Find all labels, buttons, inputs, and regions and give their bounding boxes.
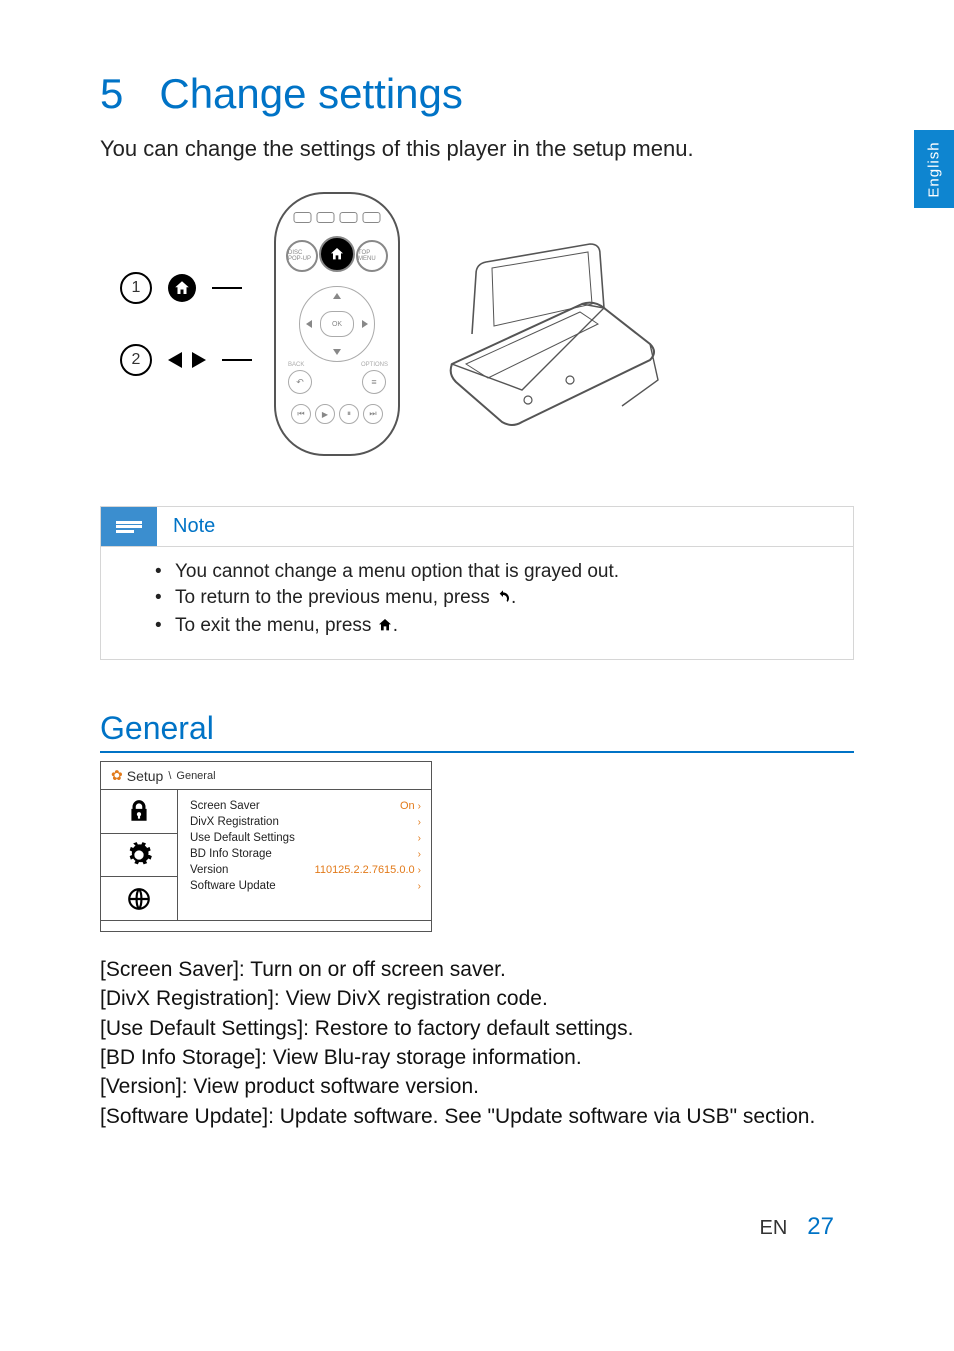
menu-breadcrumb: ✿ Setup \ General	[101, 762, 431, 790]
note-box: Note You cannot change a menu option tha…	[100, 506, 854, 660]
chapter-number: 5	[100, 70, 123, 117]
definition-item: [BD Info Storage]: View Blu-ray storage …	[100, 1044, 854, 1072]
callout-1: 1	[120, 272, 242, 304]
menu-row-label: BD Info Storage	[190, 848, 272, 860]
note-item: You cannot change a menu option that is …	[155, 561, 823, 583]
callout-column: 1 2	[120, 272, 252, 376]
remote-back-button: ↶	[288, 370, 312, 394]
menu-row: Version 110125.2.2.7615.0.0›	[190, 862, 421, 878]
menu-row-label: Software Update	[190, 880, 276, 892]
gear-icon	[101, 834, 177, 878]
menu-tabs	[101, 790, 178, 920]
menu-row-value: On	[400, 800, 415, 812]
next-icon: ⏭	[363, 404, 383, 424]
footer-lang: EN	[760, 1217, 788, 1240]
left-right-arrows-icon	[168, 352, 206, 368]
remote-home-button	[319, 236, 355, 272]
chevron-right-icon: ›	[418, 865, 421, 876]
callout-2-number: 2	[120, 344, 152, 376]
play-icon: ▶	[315, 404, 335, 424]
remote-top-menu-button: TOP MENU	[356, 240, 388, 272]
definition-item: [DivX Registration]: View DivX registrat…	[100, 985, 854, 1013]
chevron-right-icon: ›	[418, 849, 421, 860]
chapter-heading: 5 Change settings	[100, 70, 854, 118]
definition-item: [Version]: View product software version…	[100, 1073, 854, 1101]
leader-line	[222, 359, 252, 361]
menu-rows: Screen Saver On› DivX Registration › Use…	[178, 790, 431, 920]
chevron-right-icon: ›	[418, 881, 421, 892]
menu-row-label: Version	[190, 864, 228, 876]
callout-2: 2	[120, 344, 252, 376]
remote-disc-popup-button: DISC POP-UP	[286, 240, 318, 272]
chevron-right-icon: ›	[418, 833, 421, 844]
note-item: To return to the previous menu, press .	[155, 587, 823, 611]
menu-row-label: Use Default Settings	[190, 832, 295, 844]
menu-row-label: DivX Registration	[190, 816, 279, 828]
note-icon	[101, 507, 157, 546]
leader-line	[212, 287, 242, 289]
home-icon	[377, 617, 393, 639]
section-heading-general: General	[100, 710, 854, 753]
menu-row: BD Info Storage ›	[190, 846, 421, 862]
breadcrumb-root: Setup	[127, 768, 164, 784]
definitions-list: [Screen Saver]: Turn on or off screen sa…	[100, 956, 854, 1131]
remote-back-label: BACK	[288, 362, 304, 368]
page-footer: EN 27	[760, 1213, 835, 1241]
remote-transport-row: ⏮ ▶ ⏸ ⏭	[291, 404, 383, 424]
remote-illustration: DISC POP-UP TOP MENU OK BACK OPTIONS ↶ ≡…	[274, 192, 400, 456]
home-icon	[168, 274, 196, 302]
breadcrumb-leaf: General	[176, 770, 215, 782]
gear-icon: ✿	[111, 767, 123, 784]
footer-page: 27	[807, 1213, 834, 1241]
chevron-right-icon: ›	[418, 801, 421, 812]
lock-icon	[101, 790, 177, 834]
menu-row: Use Default Settings ›	[190, 830, 421, 846]
intro-text: You can change the settings of this play…	[100, 136, 854, 162]
menu-row: Software Update ›	[190, 878, 421, 894]
prev-icon: ⏮	[291, 404, 311, 424]
chapter-title: Change settings	[159, 70, 463, 117]
menu-row: Screen Saver On›	[190, 798, 421, 814]
remote-options-label: OPTIONS	[361, 362, 388, 368]
note-list: You cannot change a menu option that is …	[101, 561, 853, 639]
remote-ok-button: OK	[320, 311, 354, 337]
note-header: Note	[101, 506, 853, 547]
definition-item: [Screen Saver]: Turn on or off screen sa…	[100, 956, 854, 984]
player-illustration	[422, 214, 682, 434]
remote-dpad: OK	[299, 286, 375, 362]
note-title: Note	[157, 507, 231, 546]
menu-row: DivX Registration ›	[190, 814, 421, 830]
pause-icon: ⏸	[339, 404, 359, 424]
setup-menu-screenshot: ✿ Setup \ General Screen Saver On›	[100, 761, 432, 932]
definition-item: [Use Default Settings]: Restore to facto…	[100, 1015, 854, 1043]
globe-icon	[101, 877, 177, 920]
illustration-row: 1 2 DISC POP-UP TOP MENU	[120, 192, 854, 456]
chevron-right-icon: ›	[418, 817, 421, 828]
back-icon	[495, 589, 511, 611]
callout-1-number: 1	[120, 272, 152, 304]
definition-item: [Software Update]: Update software. See …	[100, 1103, 854, 1131]
menu-row-label: Screen Saver	[190, 800, 260, 812]
remote-options-button: ≡	[362, 370, 386, 394]
note-item: To exit the menu, press .	[155, 615, 823, 639]
menu-row-value: 110125.2.2.7615.0.0	[315, 864, 415, 876]
breadcrumb-sep: \	[168, 770, 171, 782]
